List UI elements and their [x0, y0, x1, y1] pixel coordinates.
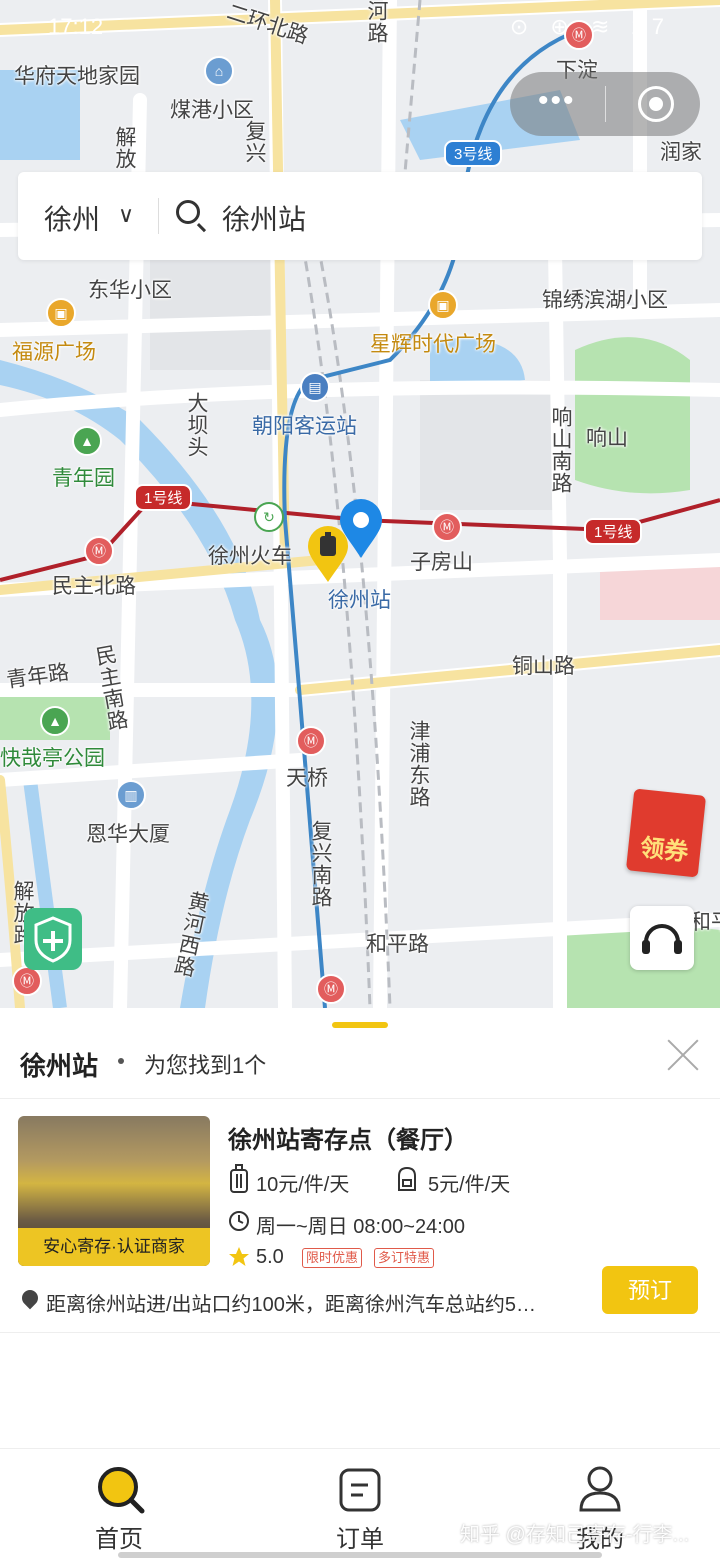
location-pin-icon: [18, 1286, 42, 1310]
bus-station-icon: ▤: [300, 372, 330, 402]
metro-line-badge: 1号线: [134, 484, 193, 511]
business-hours: 周一~周日 08:00~24:00: [256, 1216, 466, 1238]
large-luggage-price: 10元/件/天: [256, 1174, 350, 1196]
map-label: 和平路: [366, 932, 429, 956]
map-label: 和平: [690, 910, 720, 934]
status-icons: ⊙ ⊕ ≋ 27: [509, 14, 672, 39]
coupon-button[interactable]: 领券: [625, 788, 707, 878]
store-name: 徐州站寄存点（餐厅）: [228, 1127, 468, 1154]
map-label: 徐州站: [328, 588, 391, 612]
divider: [0, 1098, 720, 1099]
store-address: 距离徐州站进/出站口约100米，距离徐州汽车总站约5…: [46, 1294, 537, 1316]
clock-icon: [229, 1211, 249, 1231]
mall-icon: ▣: [428, 290, 458, 320]
search-bar: 徐州 ∨ 徐州站: [18, 172, 702, 260]
close-miniprogram-icon[interactable]: [638, 86, 674, 122]
insurance-shield-button[interactable]: [24, 908, 82, 970]
customer-service-button[interactable]: [630, 906, 694, 970]
divider: [0, 1332, 720, 1333]
watermark: 知乎 @存知己寄存-行李...: [460, 1524, 690, 1546]
map-label: 福源广场: [12, 340, 96, 364]
luggage-marker-icon[interactable]: [306, 524, 350, 584]
miniprogram-capsule: •••: [510, 72, 700, 136]
status-time: 17:12: [48, 14, 104, 39]
promo-tag: 限时优惠: [302, 1248, 363, 1268]
map-label: 响山南路: [549, 406, 573, 494]
certified-badge: 安心寄存·认证商家: [18, 1228, 210, 1266]
park-xiangshan: [575, 337, 690, 494]
search-divider: [158, 198, 159, 234]
map-label: 快哉亭公园: [0, 746, 105, 770]
backpack-icon: [398, 1166, 416, 1191]
map-label: 东华小区: [88, 278, 172, 302]
tab-orders[interactable]: 订单: [240, 1449, 480, 1561]
metro-line-badge: 1号线: [584, 518, 643, 545]
park-icon: ▲: [72, 426, 102, 456]
map-label: 铜山路: [512, 654, 575, 678]
rating: 5.0: [256, 1246, 284, 1268]
tab-home[interactable]: 首页: [0, 1449, 240, 1561]
map-label: 恩华大厦: [86, 822, 170, 846]
search-icon: [176, 200, 200, 224]
map-label: 子房山: [410, 550, 473, 574]
map-label: 星辉时代广场: [370, 332, 496, 356]
metro-station-icon: Ⓜ: [296, 726, 326, 756]
more-menu-icon[interactable]: •••: [538, 86, 576, 116]
map-label: 润家: [660, 140, 702, 164]
small-luggage-price: 5元/件/天: [428, 1174, 511, 1196]
map-label: 徐州火车: [208, 544, 292, 568]
city-selector[interactable]: 徐州: [44, 198, 100, 238]
search-input[interactable]: 徐州站: [222, 198, 306, 238]
building-icon: ▥: [116, 780, 146, 810]
close-icon[interactable]: [666, 1038, 700, 1072]
map-label: 复兴: [243, 120, 267, 164]
map-label: 解放: [113, 126, 137, 170]
map-label: 青年园: [52, 466, 115, 490]
tab-label: 订单: [336, 1526, 384, 1553]
park-icon: ▲: [40, 706, 70, 736]
metro-station-icon: Ⓜ: [84, 536, 114, 566]
headset-icon: [642, 924, 682, 954]
metro-line-badge: 3号线: [444, 140, 503, 167]
mall-icon: ▣: [46, 298, 76, 328]
capsule-divider: [605, 86, 606, 122]
status-bar: 17:12 ⊙ ⊕ ≋ 27: [0, 0, 720, 56]
map-label: 复兴南路: [309, 820, 333, 908]
map-label: 朝阳客运站: [252, 414, 357, 438]
results-sheet: 徐州站 为您找到1个 安心寄存·认证商家 徐州站寄存点（餐厅） 10元/件/天 …: [0, 1008, 720, 1448]
map-label: 津浦东路: [407, 720, 431, 808]
sheet-title: 徐州站: [20, 1051, 99, 1081]
search-home-icon: [98, 1467, 145, 1514]
metro-station-icon: Ⓜ: [12, 966, 42, 996]
transfer-station-icon: ↻: [254, 502, 284, 532]
residence-icon: ⌂: [204, 56, 234, 86]
map-label: 民主北路: [52, 574, 136, 598]
metro-station-icon: Ⓜ: [316, 974, 346, 1004]
chevron-down-icon[interactable]: ∨: [118, 202, 134, 228]
suitcase-icon: [230, 1164, 248, 1193]
sheet-drag-handle[interactable]: [332, 1022, 388, 1028]
promo-tag: 多订特惠: [374, 1248, 435, 1268]
map-view[interactable]: 华府天地家园 煤港小区 二环北路 下淀 润家 东华小区 锦绣滨湖小区 福源广场 …: [0, 0, 720, 1008]
tab-label: 首页: [95, 1526, 143, 1553]
separator-dot: [118, 1058, 124, 1064]
store-thumbnail: 安心寄存·认证商家: [18, 1116, 210, 1266]
orders-icon: [339, 1468, 381, 1512]
metro-station-icon: Ⓜ: [432, 512, 462, 542]
map-label: 锦绣滨湖小区: [542, 288, 668, 312]
book-button[interactable]: 预订: [602, 1266, 698, 1314]
profile-icon: [579, 1466, 621, 1512]
map-label: 天桥: [286, 766, 328, 790]
map-label: 响山: [586, 426, 628, 450]
star-icon: [229, 1247, 249, 1266]
home-indicator: [118, 1552, 602, 1558]
map-label: 大坝头: [185, 392, 209, 458]
result-count: 为您找到1个: [144, 1053, 267, 1078]
map-label: 华府天地家园: [14, 64, 140, 88]
shield-plus-icon: [34, 916, 72, 963]
